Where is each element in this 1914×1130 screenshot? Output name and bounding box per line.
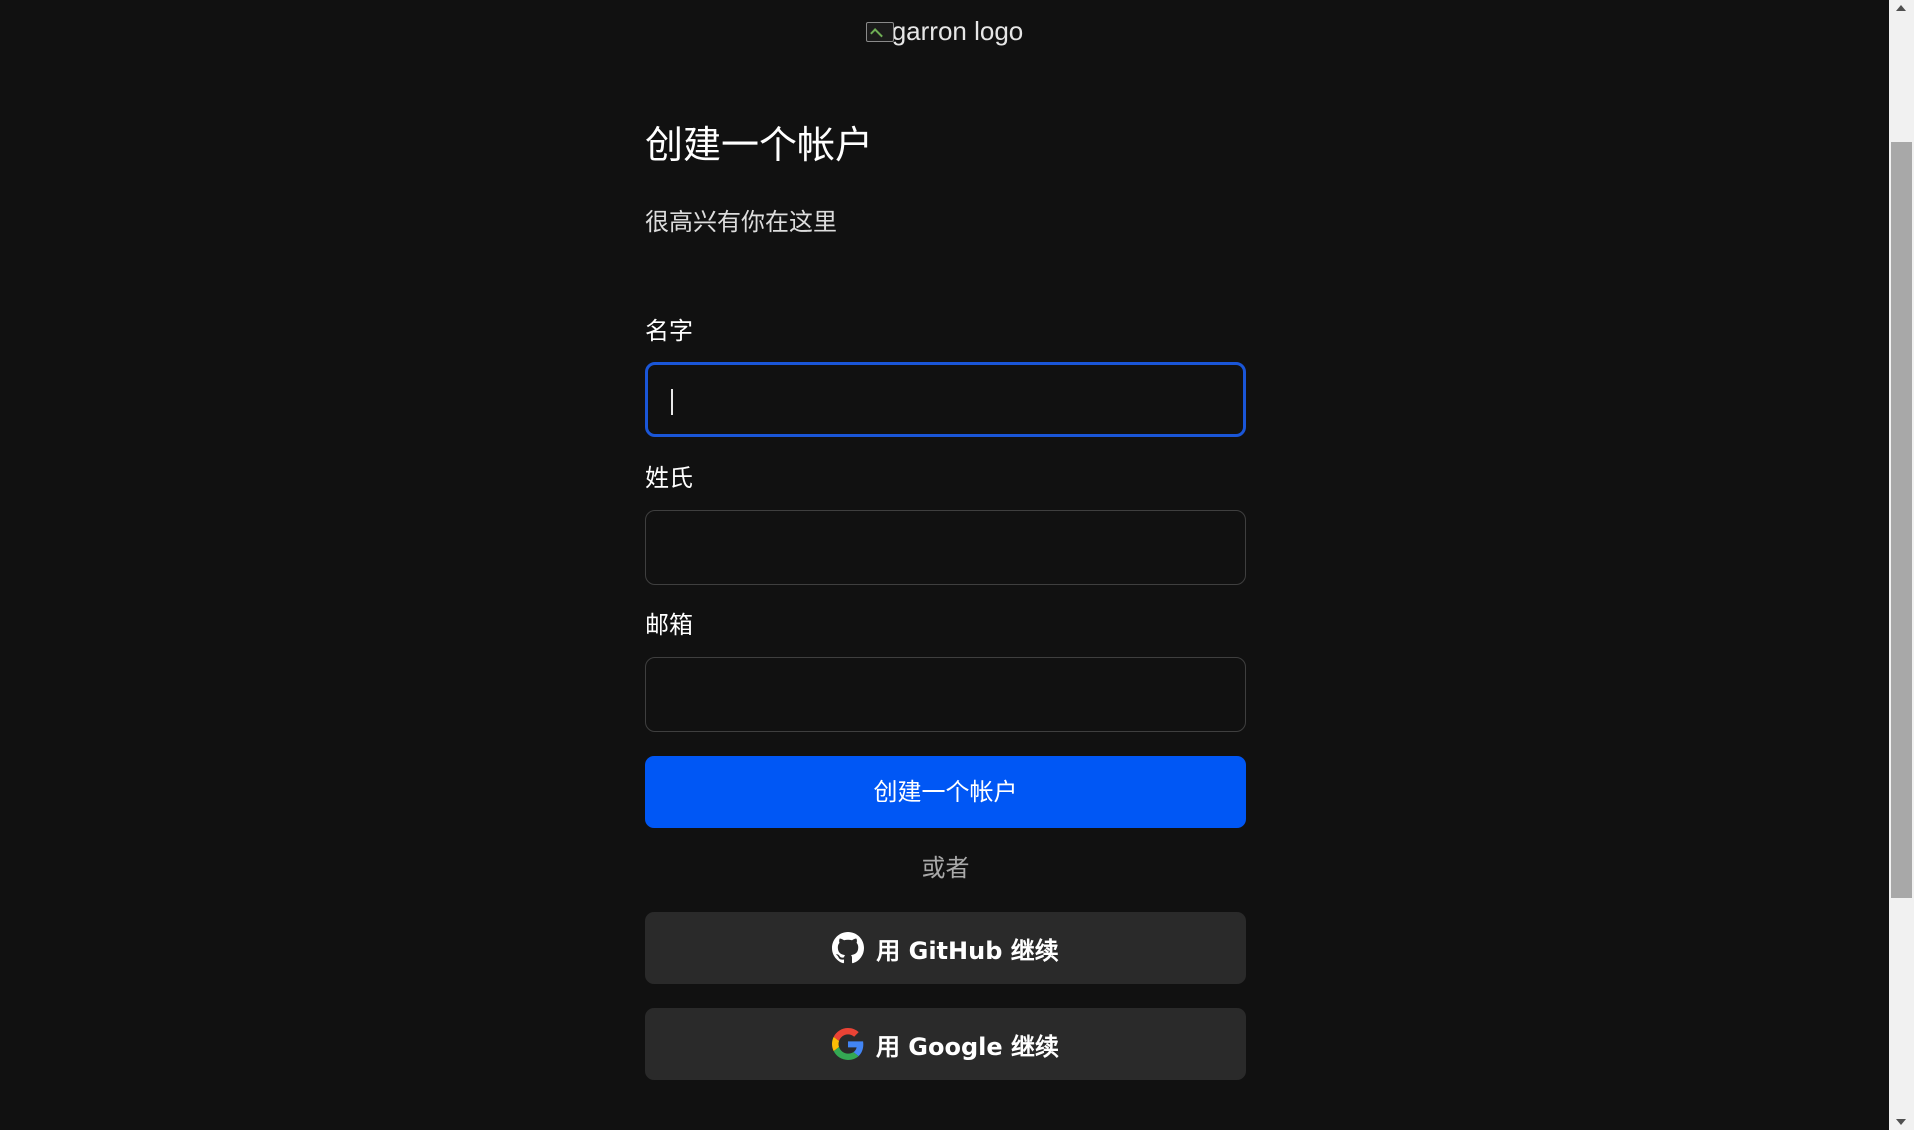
last-name-input[interactable] (646, 511, 1245, 584)
email-input[interactable] (646, 658, 1245, 731)
logo-alt-text: garron logo (891, 16, 1024, 46)
github-signin-button[interactable]: 用 GitHub 继续 (645, 912, 1246, 984)
text-caret (671, 389, 673, 415)
logo[interactable]: garron logo (0, 14, 1889, 48)
last-name-label: 姓氏 (645, 464, 693, 492)
github-button-label: 用 GitHub 继续 (876, 936, 1059, 965)
page-subtitle: 很高兴有你在这里 (645, 208, 837, 236)
vertical-scrollbar[interactable] (1889, 0, 1914, 1130)
scroll-down-arrow-icon[interactable] (1889, 1113, 1914, 1130)
broken-image-icon (865, 22, 894, 42)
or-divider: 或者 (921, 854, 970, 882)
last-name-field[interactable] (645, 510, 1246, 585)
first-name-label: 名字 (645, 317, 693, 345)
page-title: 创建一个帐户 (645, 123, 874, 167)
google-signin-button[interactable]: 用 Google 继续 (645, 1008, 1246, 1080)
create-account-button[interactable]: 创建一个帐户 (645, 756, 1246, 828)
google-button-label: 用 Google 继续 (875, 1032, 1060, 1061)
email-label: 邮箱 (645, 611, 693, 639)
first-name-field[interactable] (645, 362, 1246, 437)
first-name-input[interactable] (648, 365, 1243, 434)
scroll-up-arrow-icon[interactable] (1889, 0, 1914, 17)
email-field[interactable] (645, 657, 1246, 732)
github-icon (832, 932, 865, 964)
scrollbar-thumb[interactable] (1891, 142, 1912, 898)
google-icon (831, 1028, 864, 1060)
page: garron logo 创建一个帐户 很高兴有你在这里 名字 姓氏 邮箱 创建一… (0, 0, 1889, 1130)
